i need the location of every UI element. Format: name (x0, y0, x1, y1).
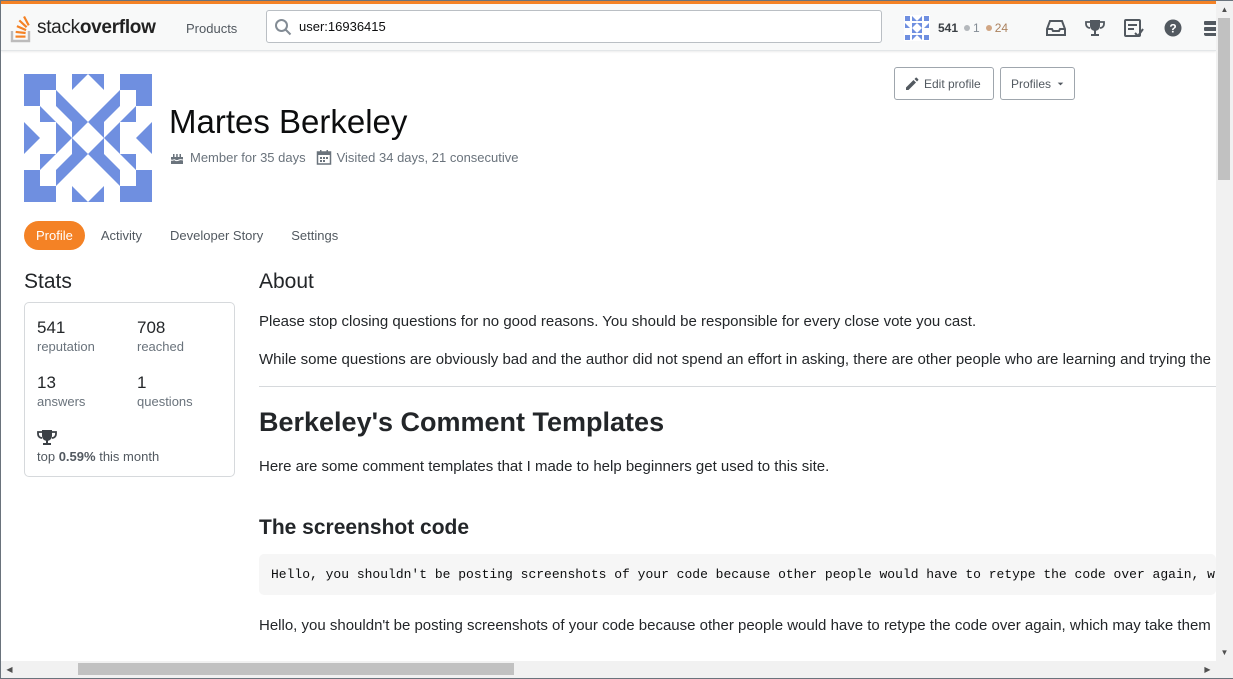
stat-value: 541 (37, 318, 66, 337)
tab-developer-story[interactable]: Developer Story (158, 221, 275, 250)
comment-templates-heading: Berkeley's Comment Templates (259, 407, 665, 437)
scroll-left-arrow-icon[interactable]: ◀ (1, 661, 18, 678)
stat-value: 1 (137, 373, 147, 392)
stats-heading: Stats (24, 270, 72, 293)
profiles-dropdown-button[interactable]: Profiles (1000, 67, 1075, 100)
bronze-badge-icon (985, 25, 992, 31)
trophy-icon (37, 430, 57, 445)
profile-meta: Member for 35 days Visited 34 days, 21 c… (169, 149, 528, 165)
stat-questions: 1 questions (137, 373, 193, 409)
help-icon[interactable]: ? (1159, 14, 1187, 42)
about-paragraph-2: While some questions are obviously bad a… (259, 351, 1212, 368)
page-content: stackoverflow Products user:16936415 541… (1, 1, 1216, 661)
vertical-scroll-thumb[interactable] (1218, 18, 1230, 180)
stat-value: 13 (37, 373, 56, 392)
top-percent-text: top 0.59% this month (37, 449, 159, 464)
vertical-scrollbar[interactable]: ▲ ▼ (1216, 1, 1233, 661)
products-link[interactable]: Products (177, 17, 246, 40)
tab-settings[interactable]: Settings (279, 221, 350, 250)
inbox-icon[interactable] (1042, 14, 1070, 42)
tab-profile[interactable]: Profile (24, 221, 85, 250)
search-icon (267, 11, 299, 43)
profile-tabs: Profile Activity Developer Story Setting… (24, 221, 354, 250)
visited-days: Visited 34 days, 21 consecutive (336, 149, 519, 165)
about-paragraph-1: Please stop closing questions for no goo… (259, 313, 977, 330)
stat-reached: 708 reached (137, 318, 184, 354)
svg-text:?: ? (1169, 22, 1176, 36)
stat-label: reached (137, 339, 184, 354)
about-paragraph-3: Hello, you shouldn't be posting screensh… (259, 617, 1211, 634)
pencil-icon (906, 77, 919, 90)
templates-intro: Here are some comment templates that I m… (259, 458, 830, 475)
tab-activity[interactable]: Activity (89, 221, 154, 250)
horizontal-scroll-thumb[interactable] (78, 663, 514, 675)
screenshot-code-heading: The screenshot code (259, 516, 470, 539)
stat-label: answers (37, 394, 86, 409)
top-prefix: top (37, 449, 56, 464)
stack-logo-icon (10, 15, 31, 43)
profiles-label: Profiles (1011, 76, 1052, 91)
search-input[interactable] (299, 19, 859, 34)
silver-badge-icon (964, 25, 971, 31)
stat-label: reputation (37, 339, 95, 354)
profile-avatar (24, 74, 152, 202)
scroll-right-arrow-icon[interactable]: ▶ (1199, 661, 1216, 678)
about-heading: About (259, 270, 314, 293)
cake-icon (170, 154, 184, 164)
silver-badge-number: 1 (973, 21, 980, 35)
site-switcher-icon[interactable] (1198, 14, 1216, 42)
edit-profile-label: Edit profile (924, 76, 981, 91)
stackoverflow-logo[interactable]: stackoverflow (9, 11, 159, 45)
divider (259, 386, 1216, 387)
top-bar: stackoverflow Products user:16936415 541… (1, 1, 1216, 51)
caret-down-icon (1057, 82, 1064, 85)
scroll-up-arrow-icon[interactable]: ▲ (1216, 1, 1233, 18)
bronze-badge-number: 24 (994, 21, 1009, 35)
stat-label: questions (137, 394, 193, 409)
topbar-icons: ? (1031, 14, 1216, 42)
review-icon[interactable] (1120, 14, 1148, 42)
stat-answers: 13 answers (37, 373, 85, 409)
top-suffix: this month (99, 449, 160, 464)
top-percent-value: 0.59% (58, 449, 96, 464)
scroll-down-arrow-icon[interactable]: ▼ (1216, 644, 1233, 661)
logo-text-plain: stack (37, 17, 80, 38)
stat-reputation: 541 reputation (37, 318, 95, 354)
logo-text-bold: overflow (79, 17, 156, 38)
member-for: Member for 35 days (190, 149, 306, 165)
reputation-count: 541 (938, 21, 959, 35)
achievements-icon[interactable] (1081, 14, 1109, 42)
code-block: Hello, you shouldn't be posting screensh… (259, 554, 1216, 595)
stat-value: 708 (137, 318, 166, 337)
horizontal-scrollbar[interactable]: ◀ ▶ (1, 661, 1233, 678)
search-box[interactable] (266, 10, 882, 43)
calendar-icon (316, 150, 331, 165)
profile-name: Martes Berkeley (169, 103, 408, 140)
silver-badge-count: 1 (964, 21, 980, 35)
stats-card: 541 reputation 708 reached 13 answers 1 … (24, 302, 235, 477)
avatar (904, 15, 930, 41)
edit-profile-button[interactable]: Edit profile (894, 67, 994, 100)
bronze-badge-count: 24 (985, 21, 1009, 35)
user-card[interactable]: 541 1 24 (904, 12, 1008, 44)
